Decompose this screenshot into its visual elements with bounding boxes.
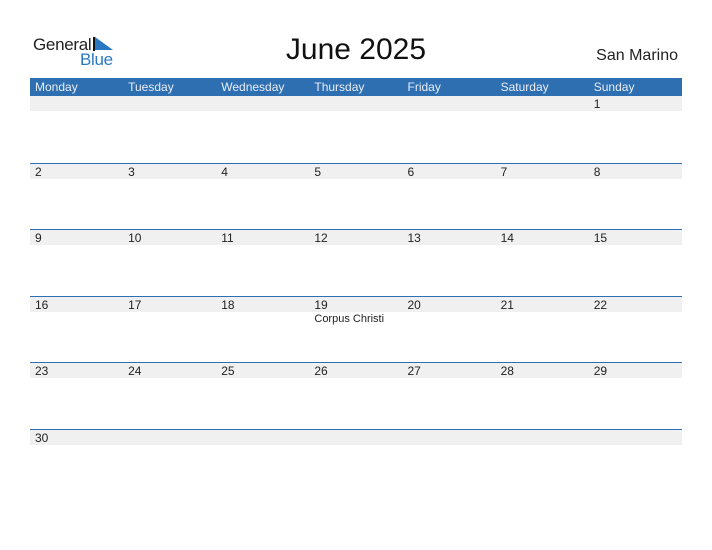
- week-row: 9 10 11 12 13 14 15: [30, 229, 682, 296]
- day-number: 11: [221, 231, 234, 246]
- day-cell: 15: [589, 230, 682, 296]
- day-cell: 4: [216, 164, 309, 230]
- day-number: 10: [128, 231, 142, 246]
- holiday-event: Corpus Christi: [314, 312, 385, 325]
- day-cell: 27: [403, 363, 496, 429]
- day-cell: 25: [216, 363, 309, 429]
- day-number: 9: [35, 231, 42, 246]
- day-cell: 21: [496, 297, 589, 363]
- day-cell: 20: [403, 297, 496, 363]
- day-cell: 11: [216, 230, 309, 296]
- day-cell: [309, 430, 402, 496]
- country-label: San Marino: [596, 47, 678, 64]
- day-number: 19: [314, 297, 328, 312]
- day-cell: [216, 96, 309, 163]
- day-number: 28: [500, 364, 514, 379]
- day-number: 4: [221, 164, 228, 179]
- day-number: 2: [35, 164, 42, 179]
- day-number: 17: [128, 297, 142, 312]
- day-number: 8: [593, 164, 601, 179]
- day-number: 1: [593, 97, 601, 111]
- weekday-wednesday: Wednesday: [221, 80, 285, 94]
- day-cell: 28: [496, 363, 589, 429]
- day-cell: 8: [589, 164, 682, 230]
- day-cell: 2: [30, 164, 123, 230]
- day-cell: 18: [216, 297, 309, 363]
- day-number: 14: [500, 231, 514, 246]
- day-cell: 13: [403, 230, 496, 296]
- day-number: 18: [221, 297, 235, 312]
- week-cells: 9 10 11 12 13 14 15: [30, 230, 682, 296]
- day-cell: 7: [496, 164, 589, 230]
- day-number: 22: [593, 297, 608, 312]
- week-row: 30: [30, 428, 682, 496]
- day-number: 20: [407, 297, 421, 312]
- day-cell: 24: [123, 363, 216, 429]
- day-cell: [589, 430, 682, 496]
- day-cell: 3: [123, 164, 216, 230]
- day-number: 6: [407, 164, 415, 179]
- day-cell: [496, 96, 589, 163]
- day-number: 24: [128, 364, 142, 379]
- week-cells: 23 24 25 26 27 28 29: [30, 363, 682, 429]
- day-number: 15: [593, 231, 608, 246]
- day-cell: 16: [30, 297, 123, 363]
- day-number: 30: [35, 430, 49, 445]
- day-cell: 22: [589, 297, 682, 363]
- day-cell: [403, 96, 496, 163]
- weeks-container: 1 2 3 4 5 6 7 8 9 10 11 12 13 14 15 16 17 18 19 Corpus Chri…: [30, 96, 682, 496]
- week-cells: 1: [30, 96, 682, 163]
- day-number: 13: [407, 231, 421, 246]
- week-cells: 30: [30, 430, 682, 496]
- day-cell: 14: [496, 230, 589, 296]
- week-row: 23 24 25 26 27 28 29: [30, 362, 682, 429]
- day-cell: 5: [309, 164, 402, 230]
- day-number: 26: [314, 364, 328, 379]
- day-cell: 30: [30, 430, 123, 496]
- day-cell: 12: [309, 230, 402, 296]
- day-number: 3: [128, 164, 135, 179]
- day-cell: 1: [589, 96, 682, 163]
- weekday-friday: Friday: [407, 80, 441, 94]
- day-cell: [403, 430, 496, 496]
- day-number: 7: [500, 164, 508, 179]
- week-cells: 16 17 18 19 Corpus Christi 20 21 22: [30, 297, 682, 363]
- day-cell: [496, 430, 589, 496]
- day-cell: [30, 96, 123, 163]
- day-cell: 23: [30, 363, 123, 429]
- day-cell: [123, 96, 216, 163]
- week-row: 2 3 4 5 6 7 8: [30, 162, 682, 230]
- day-number: 5: [314, 164, 322, 179]
- day-cell: 29: [589, 363, 682, 429]
- week-row: 16 17 18 19 Corpus Christi 20 21 22: [30, 295, 682, 363]
- day-number: 27: [407, 364, 421, 379]
- calendar-grid: Monday Tuesday Wednesday Thursday Friday…: [30, 78, 682, 496]
- day-number: 21: [500, 297, 514, 312]
- day-cell: 9: [30, 230, 123, 296]
- day-cell: 26: [309, 363, 402, 429]
- day-number: 25: [221, 364, 235, 379]
- day-number: 23: [35, 364, 49, 379]
- day-number: 12: [314, 231, 328, 246]
- day-cell: 10: [123, 230, 216, 296]
- day-cell: 19 Corpus Christi: [309, 297, 402, 363]
- week-row: 1: [30, 96, 682, 163]
- weekday-saturday: Saturday: [500, 80, 549, 94]
- weekday-tuesday: Tuesday: [128, 80, 174, 94]
- weekday-monday: Monday: [35, 80, 78, 94]
- day-cell: [123, 430, 216, 496]
- weekday-header: Monday Tuesday Wednesday Thursday Friday…: [30, 78, 682, 96]
- day-cell: [309, 96, 402, 163]
- day-number: 29: [593, 364, 608, 379]
- weekday-thursday: Thursday: [314, 80, 365, 94]
- week-cells: 2 3 4 5 6 7 8: [30, 164, 682, 230]
- weekday-sunday: Sunday: [593, 80, 635, 94]
- day-cell: [216, 430, 309, 496]
- day-cell: 17: [123, 297, 216, 363]
- day-number: 16: [35, 297, 49, 312]
- day-cell: 6: [403, 164, 496, 230]
